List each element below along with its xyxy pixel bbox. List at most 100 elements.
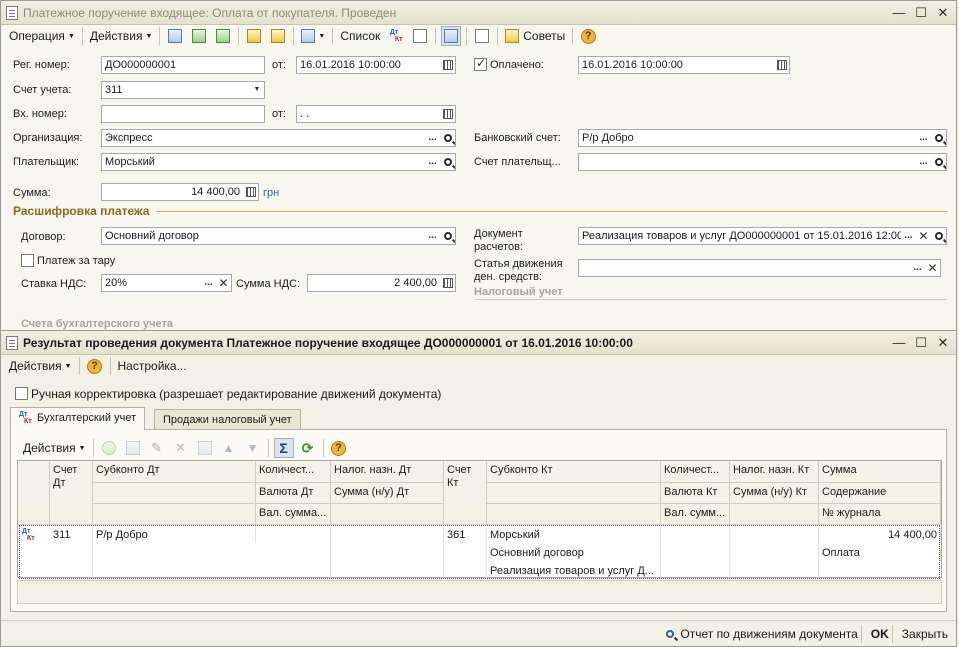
select-button[interactable]: ... — [201, 275, 216, 291]
delete-row-button[interactable]: ✕ — [171, 438, 191, 458]
save-rows-button[interactable] — [195, 438, 215, 458]
paid-checkbox[interactable] — [474, 56, 487, 71]
minimize-icon[interactable]: — — [890, 4, 908, 21]
calculator-button[interactable] — [440, 275, 455, 291]
ok-button[interactable]: OK — [871, 627, 889, 641]
open-button[interactable] — [931, 228, 946, 244]
reg-number-field[interactable]: ДО000000001 — [101, 56, 265, 74]
bank-account-field[interactable]: Р/р Добро ... — [578, 129, 947, 147]
postings-grid[interactable]: Счет Дт Субконто Дт Количест... Валюта Д… — [17, 460, 942, 579]
vat-rate-field[interactable]: 20% ... ✕ — [101, 274, 232, 292]
col-currency-dt[interactable]: Валюта Дт — [256, 483, 331, 504]
list-button[interactable]: Список — [336, 26, 384, 46]
col-cur-sum-kt[interactable]: Вал. сумм... — [661, 504, 730, 525]
open-button[interactable] — [440, 154, 455, 170]
grid-actions-button[interactable]: Действия ▼ — [19, 438, 90, 458]
copy-row-button[interactable] — [123, 438, 143, 458]
movements-report-button[interactable]: Отчет по движениям документа — [666, 627, 858, 641]
select-button[interactable]: ... — [910, 260, 925, 276]
structure-button[interactable] — [441, 26, 462, 46]
help-button[interactable]: ? — [578, 26, 598, 46]
result-title-bar[interactable]: Результат проведения документа Платежное… — [1, 331, 956, 355]
open-button[interactable] — [931, 154, 946, 170]
col-sum[interactable]: Сумма — [819, 461, 941, 483]
open-button[interactable] — [931, 130, 946, 146]
select-button[interactable]: ... — [425, 130, 440, 146]
based-on-button[interactable]: ▼ — [297, 26, 329, 46]
actions-menu-button[interactable]: Действия ▼ — [86, 26, 157, 46]
calendar-button[interactable] — [440, 106, 455, 122]
payer-account-field[interactable]: ... — [578, 153, 947, 171]
clear-button[interactable]: ✕ — [925, 260, 940, 276]
close-button[interactable]: Закрыть — [902, 627, 948, 641]
print-form-button[interactable] — [410, 26, 430, 46]
payer-field[interactable]: Морський ... — [101, 153, 456, 171]
col-journal-no[interactable]: № журнала — [819, 504, 941, 525]
move-down-button[interactable]: ▼ — [243, 438, 263, 458]
col-subconto-dt[interactable]: Субконто Дт — [93, 461, 256, 483]
col-qty-kt[interactable]: Количест... — [661, 461, 730, 483]
clear-button[interactable]: ✕ — [216, 275, 231, 291]
clear-button[interactable]: ✕ — [916, 228, 931, 244]
select-button[interactable]: ... — [916, 130, 931, 146]
post-button[interactable] — [244, 26, 264, 46]
settlement-doc-field[interactable]: Реализация товаров и услуг ДО000000001 о… — [578, 227, 947, 245]
settings-button[interactable]: Настройка... — [114, 356, 191, 376]
select-button[interactable]: ... — [425, 154, 440, 170]
panel-button[interactable] — [472, 26, 492, 46]
col-subconto-kt[interactable]: Субконто Кт — [487, 461, 661, 483]
col-currency-kt[interactable]: Валюта Кт — [661, 483, 730, 504]
open-button[interactable] — [440, 228, 455, 244]
cash-flow-field[interactable]: ... ✕ — [578, 259, 941, 277]
contract-field[interactable]: Основний договор ... — [101, 227, 456, 245]
close-icon[interactable]: ✕ — [934, 4, 952, 21]
reg-date-field[interactable]: 16.01.2016 10:00:00 — [296, 56, 456, 74]
save-button[interactable] — [189, 26, 209, 46]
manual-correction-checkbox[interactable] — [15, 387, 28, 400]
operation-menu-button[interactable]: Операция ▼ — [5, 26, 79, 46]
totals-toggle-button[interactable]: Σ — [273, 438, 294, 458]
help-button[interactable]: ? — [85, 356, 105, 376]
sum-field[interactable]: 14 400,00 — [101, 183, 259, 201]
add-row-button[interactable] — [99, 438, 119, 458]
post-close-button[interactable] — [165, 26, 185, 46]
in-number-field[interactable] — [101, 105, 265, 123]
tab-accounting[interactable]: Дт Кт Бухгалтерский учет — [10, 407, 146, 430]
minimize-icon[interactable]: — — [890, 334, 908, 351]
advice-button[interactable]: Советы — [501, 26, 569, 46]
tab-sales-tax[interactable]: Продажи налоговый учет — [154, 409, 301, 431]
account-select[interactable]: 311 ▼ — [101, 81, 265, 99]
unpost-button[interactable] — [268, 26, 288, 46]
col-account-dt[interactable]: Счет Дт — [50, 461, 93, 525]
copy-button[interactable] — [213, 26, 233, 46]
col-cur-sum-dt[interactable]: Вал. сумма... — [256, 504, 331, 525]
dropdown-button[interactable]: ▼ — [250, 82, 264, 98]
result-actions-button[interactable]: Действия ▼ — [5, 356, 76, 376]
refresh-button[interactable]: ⟳ — [298, 438, 318, 458]
vat-sum-field[interactable]: 2 400,00 — [307, 274, 456, 292]
dt-kt-button[interactable]: Дт Кт — [386, 26, 406, 46]
tare-payment-checkbox[interactable] — [21, 254, 34, 267]
document-title-bar[interactable]: Платежное поручение входящее: Оплата от … — [1, 1, 956, 25]
close-icon[interactable]: ✕ — [934, 334, 952, 351]
calculator-button[interactable] — [243, 184, 258, 200]
calendar-button[interactable] — [774, 57, 789, 73]
select-button[interactable]: ... — [916, 154, 931, 170]
col-sum-nu-kt[interactable]: Сумма (н/у) Кт — [730, 483, 819, 504]
edit-row-button[interactable]: ✎ — [147, 438, 167, 458]
col-account-kt[interactable]: Счет Кт — [444, 461, 487, 525]
select-button[interactable]: ... — [425, 228, 440, 244]
maximize-icon[interactable]: ☐ — [912, 4, 930, 21]
in-date-field[interactable]: . . — [296, 105, 456, 123]
col-tax-dt[interactable]: Налог. назн. Дт — [331, 461, 444, 483]
grid-help-button[interactable]: ? — [329, 438, 349, 458]
open-button[interactable] — [440, 130, 455, 146]
col-content[interactable]: Содержание — [819, 483, 941, 504]
select-button[interactable]: ... — [901, 228, 916, 244]
move-up-button[interactable]: ▲ — [219, 438, 239, 458]
paid-date-field[interactable]: 16.01.2016 10:00:00 — [578, 56, 790, 74]
maximize-icon[interactable]: ☐ — [912, 334, 930, 351]
col-qty-dt[interactable]: Количест... — [256, 461, 331, 483]
col-sum-nu-dt[interactable]: Сумма (н/у) Дт — [331, 483, 444, 504]
col-tax-kt[interactable]: Налог. назн. Кт — [730, 461, 819, 483]
